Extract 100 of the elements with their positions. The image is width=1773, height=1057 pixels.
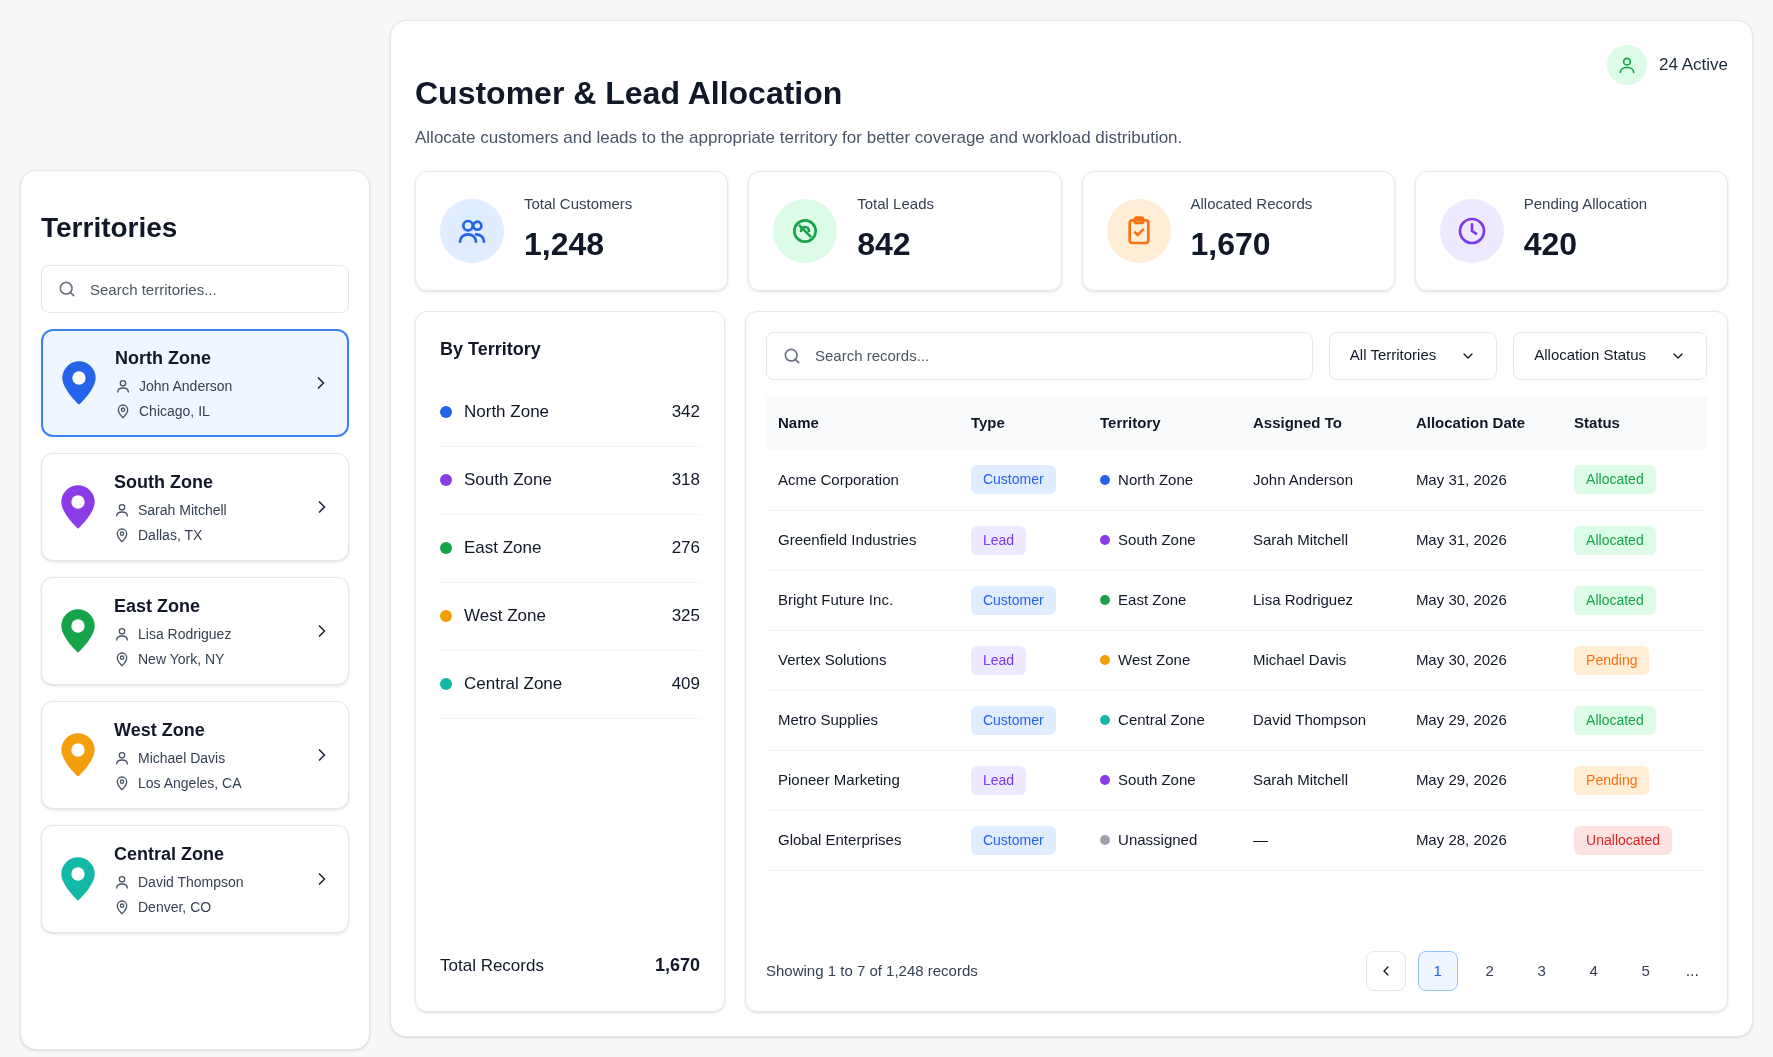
type-badge: Lead: [970, 765, 1027, 795]
assignee-name: Sarah Mitchell: [1252, 530, 1348, 548]
type-badge: Lead: [970, 525, 1027, 555]
territory-name: South Zone: [1118, 529, 1196, 550]
record-count: 276: [671, 537, 700, 560]
location-pin-icon: [114, 527, 130, 543]
type-badge: Lead: [970, 645, 1027, 675]
page-button[interactable]: 5: [1625, 951, 1666, 991]
page-button[interactable]: 1: [1417, 951, 1458, 991]
active-count: 24 Active: [1659, 54, 1728, 77]
page-button[interactable]: 4: [1573, 951, 1614, 991]
ellipsis-text: ...: [1684, 961, 1700, 981]
location-text: Dallas, TX: [138, 525, 203, 545]
location-text: New York, NY: [138, 649, 225, 669]
date-text: May 30, 2026: [1415, 650, 1507, 668]
column-header: Status: [1562, 395, 1707, 450]
assignee-name: John Anderson: [1252, 470, 1354, 488]
territory-name: North Zone: [1118, 469, 1194, 490]
territory-name: Central Zone: [464, 673, 564, 696]
territory-name: South Zone: [464, 469, 553, 492]
location-text: Denver, CO: [138, 897, 212, 917]
page-button[interactable]: 2: [1469, 951, 1510, 991]
record-count: 342: [671, 401, 700, 424]
page-title: Customer & Lead Allocation: [415, 74, 844, 113]
territory-card[interactable]: North Zone John Anderson Chicago, IL: [41, 329, 349, 437]
search-field[interactable]: Search territories...: [41, 265, 349, 313]
panel-title: Territories: [41, 211, 179, 245]
filter-dropdown[interactable]: All Territories: [1328, 331, 1498, 380]
date-text: May 29, 2026: [1415, 710, 1507, 728]
territory-name: North Zone: [115, 346, 212, 370]
territory-name: Central Zone: [1118, 709, 1205, 730]
record-count: 325: [671, 605, 700, 628]
type-badge: Customer: [970, 705, 1056, 735]
stat-label: Allocated Records: [1190, 194, 1313, 215]
previous-page-button[interactable]: [1365, 951, 1406, 991]
location-pin-icon: [115, 403, 131, 419]
person-icon: [114, 502, 130, 518]
status-badge: Allocated: [1574, 585, 1656, 615]
record-name: Vertex Solutions: [778, 650, 887, 668]
stat-value: 420: [1523, 224, 1579, 264]
location-pin-icon: [114, 651, 130, 667]
status-badge: Allocated: [1574, 465, 1656, 495]
assignee-name: Michael Davis: [1252, 650, 1347, 668]
territory-card[interactable]: South Zone Sarah Mitchell Dallas, TX: [41, 453, 349, 561]
assignee-name: —: [1252, 830, 1268, 848]
assignee-name: Lisa Rodriguez: [1252, 590, 1354, 608]
manager-name: Michael Davis: [138, 748, 226, 768]
stat-value: 1,670: [1190, 224, 1272, 264]
total-value: 1,670: [654, 954, 700, 977]
panel-title: By Territory: [440, 337, 542, 361]
column-header: Type: [958, 395, 1089, 450]
territory-name: East Zone: [464, 537, 543, 560]
manager-name: John Anderson: [139, 376, 233, 396]
status-badge: Pending: [1574, 645, 1650, 675]
stat-value: 842: [857, 224, 912, 264]
assignee-name: David Thompson: [1252, 710, 1367, 728]
status-badge: Allocated: [1574, 705, 1656, 735]
pagination-summary: Showing 1 to 7 of 1,248 records: [766, 960, 978, 981]
stat-label: Total Leads: [857, 194, 934, 215]
filter-dropdown[interactable]: Allocation Status: [1513, 331, 1707, 380]
territory-card[interactable]: Central Zone David Thompson Denver, CO: [41, 825, 349, 933]
status-badge: Allocated: [1574, 525, 1656, 555]
person-icon: [114, 750, 130, 766]
type-badge: Customer: [970, 825, 1056, 855]
location-text: Los Angeles, CA: [138, 773, 242, 793]
status-badge: Pending: [1574, 765, 1650, 795]
record-count: 409: [671, 673, 700, 696]
territory-name: South Zone: [1118, 769, 1196, 790]
page-button[interactable]: 3: [1521, 951, 1562, 991]
date-text: May 30, 2026: [1415, 590, 1507, 608]
territory-name: Central Zone: [114, 842, 225, 866]
assignee-name: Sarah Mitchell: [1252, 770, 1348, 788]
record-count: 318: [671, 469, 700, 492]
person-icon: [1617, 55, 1637, 75]
stat-label: Pending Allocation: [1523, 194, 1648, 215]
search-icon: [57, 279, 77, 299]
record-name: Metro Supplies: [778, 710, 879, 728]
manager-name: Sarah Mitchell: [138, 500, 227, 520]
column-header: Territory: [1088, 395, 1241, 450]
territory-card[interactable]: West Zone Michael Davis Los Angeles, CA: [41, 701, 349, 809]
date-text: May 31, 2026: [1415, 470, 1507, 488]
record-name: Global Enterprises: [778, 830, 902, 848]
territory-name: West Zone: [114, 718, 206, 742]
person-icon: [114, 626, 130, 642]
person-icon: [115, 378, 131, 394]
stat-label: Total Customers: [524, 194, 633, 215]
territory-name: East Zone: [1118, 589, 1187, 610]
record-name: Greenfield Industries: [778, 530, 917, 548]
territory-name: North Zone: [464, 401, 551, 424]
record-name: Acme Corporation: [778, 470, 899, 488]
location-text: Chicago, IL: [139, 401, 210, 421]
type-badge: Customer: [970, 465, 1056, 495]
location-pin-icon: [114, 899, 130, 915]
total-label: Total Records: [440, 954, 544, 977]
search-field[interactable]: Search records...: [766, 331, 1313, 380]
territory-card[interactable]: East Zone Lisa Rodriguez New York, NY: [41, 577, 349, 685]
date-text: May 29, 2026: [1415, 770, 1507, 788]
type-badge: Customer: [970, 585, 1056, 615]
date-text: May 28, 2026: [1415, 830, 1507, 848]
column-header: Name: [766, 395, 959, 450]
